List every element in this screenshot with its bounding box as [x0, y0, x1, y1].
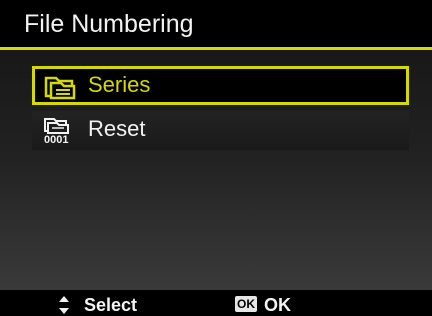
- footer-hints: Select OK OK: [0, 290, 432, 316]
- menu-item-label: Series: [88, 72, 151, 97]
- select-hint: Select: [84, 295, 138, 315]
- page-title: File Numbering: [24, 10, 194, 38]
- series-folder-icon: [44, 76, 76, 100]
- menu-item-series[interactable]: Series: [32, 66, 409, 105]
- title-bar: File Numbering: [0, 0, 432, 50]
- ok-button-icon: OK: [235, 296, 257, 312]
- svg-text:0001: 0001: [44, 134, 68, 144]
- menu-panel: Series 0001 Reset: [0, 50, 432, 290]
- ok-hint: OK: [264, 295, 291, 315]
- up-down-arrow-icon: [59, 296, 69, 314]
- reset-counter-icon: 0001: [44, 118, 69, 144]
- menu-item-reset[interactable]: 0001 Reset: [32, 111, 409, 150]
- menu-item-label: Reset: [88, 116, 146, 141]
